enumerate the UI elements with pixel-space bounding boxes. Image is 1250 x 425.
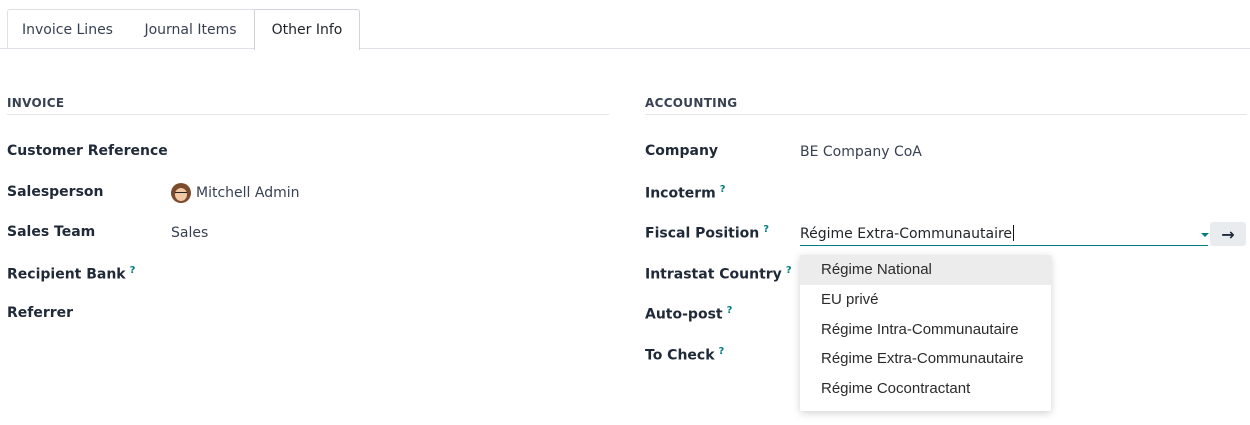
tab-journal-items-label: Journal Items — [144, 21, 237, 38]
to-check-help-icon[interactable]: ? — [719, 346, 725, 357]
invoice-section-rule — [7, 114, 609, 115]
company-label: Company — [645, 143, 719, 159]
salesperson-label: Salesperson — [7, 184, 104, 200]
recipient-bank-label-text: Recipient Bank — [7, 266, 126, 283]
recipient-bank-label: Recipient Bank? — [7, 265, 135, 283]
caret-down-icon[interactable] — [1201, 233, 1209, 237]
notebook-tabs: Invoice Lines Journal Items Other Info — [0, 0, 1250, 50]
to-check-label: To Check? — [645, 346, 724, 364]
incoterm-label: Incoterm? — [645, 184, 726, 202]
auto-post-label-text: Auto-post — [645, 306, 723, 323]
accounting-section-rule — [645, 114, 1247, 115]
tab-other-info-label: Other Info — [271, 22, 343, 38]
dropdown-option-regime-intra-communautaire[interactable]: Régime Intra-Communautaire — [800, 315, 1051, 345]
fiscal-position-label: Fiscal Position? — [645, 224, 769, 242]
fiscal-position-help-icon[interactable]: ? — [763, 224, 769, 235]
salesperson-value[interactable]: Mitchell Admin — [196, 185, 300, 201]
tab-journal-items[interactable]: Journal Items — [127, 9, 255, 49]
fiscal-position-label-text: Fiscal Position — [645, 225, 760, 242]
to-check-label-text: To Check — [645, 347, 715, 364]
intrastat-country-help-icon[interactable]: ? — [786, 265, 792, 276]
fiscal-position-dropdown: Régime National EU privé Régime Intra-Co… — [800, 255, 1051, 411]
dropdown-option-eu-prive[interactable]: EU privé — [800, 285, 1051, 315]
company-value[interactable]: BE Company CoA — [800, 144, 922, 160]
salesperson-avatar — [171, 183, 191, 203]
intrastat-country-label-text: Intrastat Country — [645, 266, 782, 283]
customer-reference-label: Customer Reference — [7, 143, 168, 159]
auto-post-help-icon[interactable]: ? — [727, 305, 733, 316]
incoterm-label-text: Incoterm — [645, 185, 716, 202]
tab-invoice-lines-label: Invoice Lines — [22, 21, 113, 38]
referrer-label: Referrer — [7, 305, 74, 321]
tabs-divider — [0, 48, 1250, 49]
tab-other-info[interactable]: Other Info — [254, 9, 360, 50]
accounting-section-title: ACCOUNTING — [645, 96, 738, 110]
tab-invoice-lines[interactable]: Invoice Lines — [7, 9, 128, 49]
fiscal-position-input-text: Régime Extra-Communautaire — [800, 226, 1013, 242]
intrastat-country-label: Intrastat Country? — [645, 265, 792, 283]
incoterm-help-icon[interactable]: ? — [720, 184, 726, 195]
fiscal-position-open-button[interactable]: → — [1210, 222, 1246, 246]
dropdown-option-regime-national[interactable]: Régime National — [800, 255, 1051, 285]
auto-post-label: Auto-post? — [645, 305, 732, 323]
recipient-bank-help-icon[interactable]: ? — [130, 265, 136, 276]
dropdown-option-regime-extra-communautaire[interactable]: Régime Extra-Communautaire — [800, 344, 1051, 374]
invoice-section-title: INVOICE — [7, 96, 65, 110]
sales-team-value[interactable]: Sales — [171, 225, 208, 241]
fiscal-position-input[interactable]: Régime Extra-Communautaire — [800, 224, 1208, 246]
dropdown-option-regime-cocontractant[interactable]: Régime Cocontractant — [800, 374, 1051, 404]
text-cursor — [1013, 225, 1015, 241]
sales-team-label: Sales Team — [7, 224, 96, 240]
arrow-right-icon: → — [1221, 224, 1235, 244]
